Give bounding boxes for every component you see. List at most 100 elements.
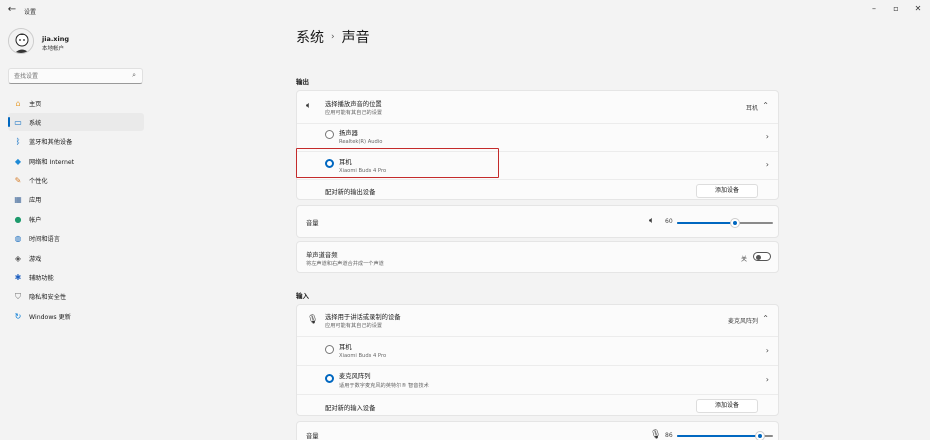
- avatar[interactable]: [8, 28, 34, 54]
- slider-knob[interactable]: [730, 219, 739, 227]
- accessibility-icon: ✱: [14, 273, 22, 283]
- mono-audio-card: 单声道音频 将左声道和右声道合并成一个声道 关: [296, 241, 779, 273]
- chevron-right-icon[interactable]: ›: [766, 132, 769, 141]
- input-selected-value: 麦克风阵列: [727, 318, 758, 325]
- sidebar-item-label: 网络和 Internet: [29, 158, 75, 166]
- sidebar-item-label: Windows 更新: [29, 313, 71, 321]
- device-name: 耳机: [339, 344, 352, 351]
- speaker-radio[interactable]: [325, 130, 334, 139]
- add-input-device-button[interactable]: 添加设备: [696, 399, 758, 413]
- search-box[interactable]: ⌕: [8, 68, 143, 84]
- output-device-speaker[interactable]: 扬声器 Realtek(R) Audio ›: [297, 123, 778, 151]
- mic-array-radio[interactable]: [325, 374, 334, 383]
- sidebar-item[interactable]: ✎ 个性化: [8, 172, 144, 190]
- input-choose-row[interactable]: 🎙︎ 选择用于讲话或录制的设备 应用可能有其自己的设置 麦克风阵列 ⌃: [297, 305, 778, 336]
- input-choose-subtitle: 应用可能有其自己的设置: [325, 323, 383, 329]
- sidebar-item[interactable]: ▭ 系统: [8, 113, 144, 132]
- volume-icon[interactable]: 🔈︎: [649, 216, 654, 226]
- system-icon: ▭: [14, 117, 22, 127]
- output-pair-row: 配对新的输出设备 添加设备: [297, 179, 778, 201]
- sidebar-nav: ⌂ 主页 ▭ 系统 ᛒ 蓝牙和其他设备 ◆ 网络和 Internet ✎ 个性化 ▦ 应用 ● 帐户 ◍ 时间…: [8, 94, 144, 327]
- sidebar-item-label: 时间和语言: [29, 236, 60, 244]
- breadcrumb-parent[interactable]: 系统: [296, 27, 324, 47]
- bluetooth-icon: ᛒ: [15, 137, 21, 147]
- add-output-device-button[interactable]: 添加设备: [696, 184, 758, 198]
- input-headphones-radio[interactable]: [325, 345, 334, 354]
- sidebar-item[interactable]: ◆ 网络和 Internet: [8, 152, 144, 170]
- input-volume-card: 音量 🎙︎ 86: [296, 421, 779, 440]
- chevron-up-icon[interactable]: ⌃: [762, 314, 769, 323]
- sidebar-item[interactable]: ◈ 游戏: [8, 249, 144, 267]
- update-icon: ↻: [14, 311, 22, 321]
- account-type: 本地帐户: [42, 46, 65, 52]
- sidebar-item-label: 隐私和安全性: [29, 294, 67, 302]
- output-device-card: 🔈︎ 选择播放声音的位置 应用可能有其自己的设置 耳机 ⌃ 扬声器 Realte…: [296, 90, 779, 200]
- input-choose-title: 选择用于讲话或录制的设备: [325, 314, 401, 321]
- input-device-mic-array[interactable]: 麦克风阵列 适用于数字麦克风的英特尔® 智音技术 ›: [297, 365, 778, 394]
- chevron-up-icon[interactable]: ⌃: [762, 101, 769, 110]
- search-icon[interactable]: ⌕: [132, 71, 136, 80]
- microphone-icon: 🎙︎: [307, 315, 319, 325]
- sidebar-item[interactable]: ▦ 应用: [8, 191, 144, 209]
- chevron-right-icon[interactable]: ›: [766, 375, 769, 384]
- microphone-icon[interactable]: 🎙︎: [650, 430, 661, 440]
- sidebar-item-label: 系统: [29, 119, 42, 127]
- input-device-headphones[interactable]: 耳机 Xiaomi Buds 4 Pro ›: [297, 336, 778, 365]
- device-subtitle: Realtek(R) Audio: [339, 139, 383, 145]
- toggle-dot: [756, 254, 761, 260]
- sidebar-item[interactable]: ᛒ 蓝牙和其他设备: [8, 133, 144, 151]
- sidebar-item[interactable]: ⌂ 主页: [8, 94, 144, 112]
- sidebar-item[interactable]: ◍ 时间和语言: [8, 230, 144, 248]
- sidebar-item[interactable]: ⛉ 隐私和安全性: [8, 288, 144, 306]
- mono-audio-title: 单声道音频: [306, 252, 338, 259]
- output-choose-row[interactable]: 🔈︎ 选择播放声音的位置 应用可能有其自己的设置 耳机 ⌃: [297, 91, 778, 123]
- device-subtitle: 适用于数字麦克风的英特尔® 智音技术: [339, 383, 429, 389]
- output-pair-label: 配对新的输出设备: [325, 189, 376, 196]
- sidebar-item-label: 主页: [29, 100, 42, 108]
- minimize-icon[interactable]: –: [866, 3, 882, 15]
- device-subtitle: Xiaomi Buds 4 Pro: [339, 353, 387, 359]
- chevron-right-icon[interactable]: ›: [766, 346, 769, 355]
- chevron-right-icon[interactable]: ›: [766, 160, 769, 169]
- sidebar-item-label: 个性化: [29, 178, 48, 186]
- back-arrow-icon[interactable]: ←: [6, 4, 18, 16]
- device-name: 扬声器: [339, 130, 358, 137]
- output-choose-title: 选择播放声音的位置: [325, 101, 382, 108]
- close-icon[interactable]: ✕: [910, 3, 926, 15]
- sidebar-item[interactable]: ↻ Windows 更新: [8, 307, 144, 325]
- output-volume-slider[interactable]: [677, 219, 773, 227]
- selected-device-highlight: [296, 148, 499, 178]
- input-pair-row: 配对新的输入设备 添加设备: [297, 394, 778, 417]
- mono-state-label: 关: [741, 256, 748, 263]
- input-volume-label: 音量: [306, 433, 319, 440]
- globe-icon: ◍: [14, 234, 22, 244]
- input-pair-label: 配对新的输入设备: [325, 405, 376, 412]
- output-volume-value: 60: [665, 218, 673, 225]
- sidebar-item-label: 游戏: [29, 255, 42, 263]
- search-input[interactable]: [9, 69, 119, 83]
- user-name: jia.xing: [42, 35, 70, 43]
- mono-audio-subtitle: 将左声道和右声道合并成一个声道: [306, 261, 384, 267]
- home-icon: ⌂: [15, 98, 21, 108]
- mono-audio-toggle[interactable]: [753, 252, 771, 261]
- network-icon: ◆: [14, 156, 22, 166]
- output-volume-card: 音量 🔈︎ 60: [296, 205, 779, 238]
- sidebar-item-label: 辅助功能: [29, 275, 54, 283]
- input-volume-slider[interactable]: [677, 432, 773, 440]
- slider-fill: [677, 435, 760, 437]
- avatar-image: [9, 29, 33, 53]
- sidebar-item[interactable]: ✱ 辅助功能: [8, 269, 144, 287]
- speaker-icon: 🔈︎: [306, 101, 312, 111]
- slider-fill: [677, 222, 735, 224]
- sidebar-item[interactable]: ● 帐户: [8, 210, 144, 228]
- slider-knob[interactable]: [755, 432, 764, 440]
- apps-icon: ▦: [14, 195, 22, 205]
- game-icon: ◈: [14, 253, 22, 263]
- maximize-icon[interactable]: ▫: [888, 3, 904, 15]
- output-section-title: 输出: [296, 78, 309, 86]
- account-icon: ●: [14, 214, 22, 224]
- output-volume-label: 音量: [306, 220, 319, 227]
- breadcrumb-separator-icon: ›: [331, 32, 335, 42]
- breadcrumb: 系统 › 声音: [296, 27, 370, 47]
- app-title: 设置: [24, 9, 37, 16]
